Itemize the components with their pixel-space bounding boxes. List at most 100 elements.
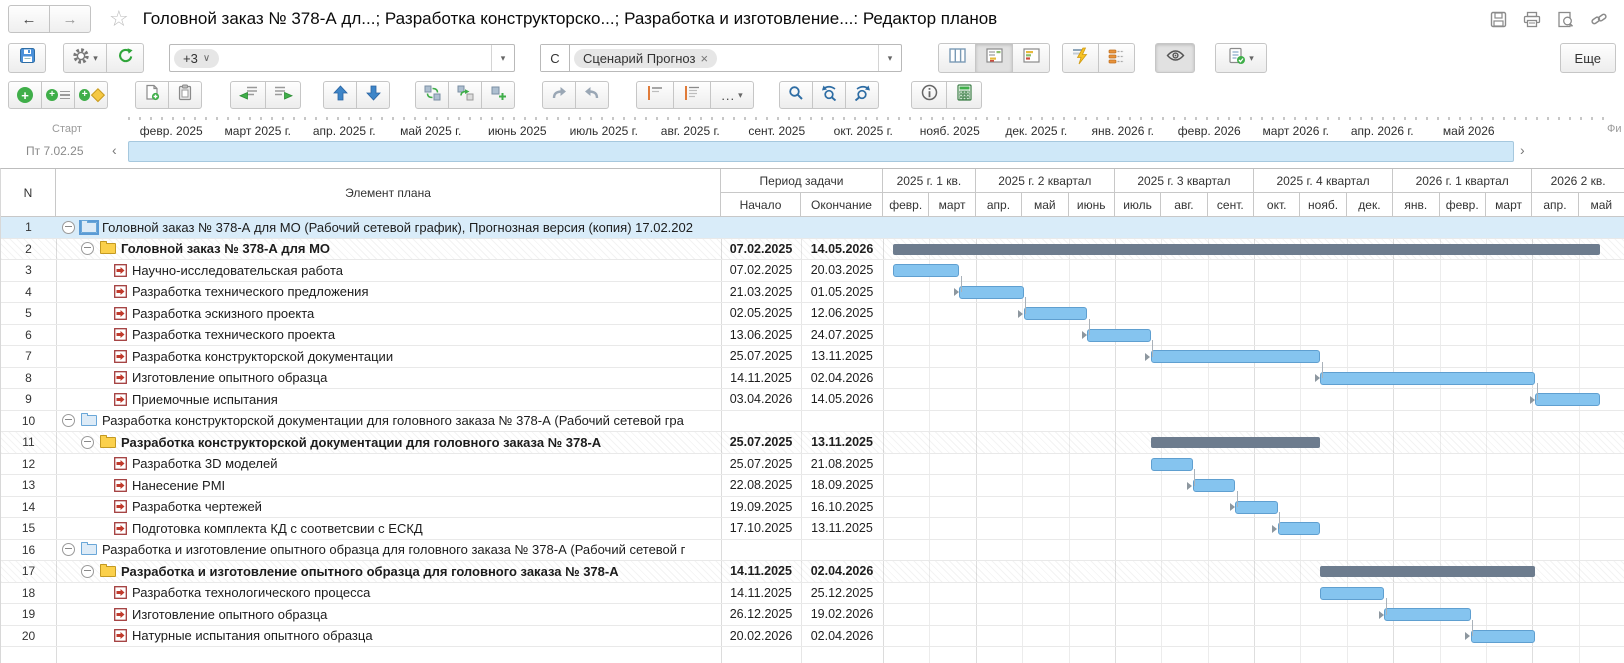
gantt-task-bar[interactable] [1151,350,1321,363]
scenario-combobox[interactable]: С Сценарий Прогноз× ▾ [540,44,902,72]
gantt-task-bar[interactable] [1235,501,1277,514]
gantt-task-bar[interactable] [893,264,959,277]
quarter-header-cell[interactable]: 2026 г. 1 квартал [1393,169,1532,193]
calculator-button[interactable] [946,81,982,109]
month-header-cell[interactable]: дек. [1347,193,1393,217]
link-add-button[interactable] [481,81,515,109]
column-header-end[interactable]: Окончание [801,193,883,217]
move-up-button[interactable] [323,81,357,109]
indent-button[interactable] [265,81,301,109]
view-columns-button[interactable] [938,43,976,73]
month-header-cell[interactable]: февр. [1440,193,1486,217]
zoom-prev-button[interactable] [812,81,846,109]
set-start-marker-button[interactable] [636,81,674,109]
plans-tag[interactable]: +3∨ [174,49,219,68]
gantt-task-bar[interactable] [1320,587,1384,600]
month-header-cell[interactable]: май [1022,193,1068,217]
forward-button[interactable]: → [49,5,91,33]
add-task-button[interactable]: + [41,81,75,109]
month-header-cell[interactable]: нояб. [1300,193,1346,217]
set-level-marker-button[interactable] [673,81,711,109]
outdent-button[interactable] [230,81,266,109]
column-header-n[interactable]: N [1,169,56,217]
save-icon[interactable] [1490,11,1507,28]
gantt-task-bar[interactable] [1471,630,1535,643]
timeline-next-arrow[interactable]: › [1520,142,1525,158]
link-arrow-icon [1082,331,1087,339]
month-header-cell[interactable]: сент. [1208,193,1254,217]
add-button[interactable]: + [8,81,42,109]
column-header-start[interactable]: Начало [721,193,801,217]
gantt-task-bar[interactable] [1087,329,1151,342]
month-header-cell[interactable]: авг. [1161,193,1207,217]
gantt-task-bar[interactable] [1535,393,1599,406]
move-down-button[interactable] [356,81,390,109]
close-icon[interactable]: × [700,51,708,66]
quarter-header-cell[interactable]: 2025 г. 2 квартал [976,169,1115,193]
gantt-summary-bar[interactable] [1151,437,1321,448]
preview-icon[interactable] [1557,11,1574,28]
month-header-cell[interactable]: окт. [1254,193,1300,217]
critical-path-button[interactable] [1062,43,1099,73]
save-button[interactable] [8,43,46,73]
gantt-task-bar[interactable] [1320,372,1535,385]
plans-combo-arrow[interactable]: ▾ [491,45,514,71]
quarter-header-cell[interactable]: 2025 г. 4 квартал [1254,169,1393,193]
month-header-cell[interactable]: апр. [1532,193,1578,217]
paste-button[interactable] [168,81,202,109]
more-button[interactable]: Еще [1560,43,1616,73]
add-milestone-button[interactable]: + [74,81,108,109]
zoom-next-button[interactable] [845,81,879,109]
levels-list-button[interactable] [1098,43,1135,73]
month-header-cell[interactable]: янв. [1393,193,1439,217]
more-markers-button[interactable]: ... ▾ [710,81,754,109]
scenario-combo-arrow[interactable]: ▾ [878,45,901,71]
month-header-cell[interactable]: февр. [883,193,929,217]
gantt-task-bar[interactable] [1278,522,1321,535]
link-swap-button[interactable] [415,81,449,109]
month-header-cell[interactable]: март [929,193,975,217]
gantt-task-bar[interactable] [1193,479,1236,492]
month-header-cell[interactable]: май [1579,193,1624,217]
copy-button[interactable] [135,81,169,109]
visibility-button[interactable] [1155,43,1195,73]
search-button[interactable] [779,81,813,109]
timeline-range-bar[interactable] [128,141,1514,162]
month-header-cell[interactable]: март [1486,193,1532,217]
refresh-button[interactable] [106,43,144,73]
month-header-cell[interactable]: апр. [976,193,1022,217]
month-header-cell[interactable]: июнь [1069,193,1115,217]
print-icon[interactable] [1523,11,1541,28]
link-icon[interactable] [1590,11,1608,28]
gantt-summary-bar[interactable] [893,244,1600,255]
redo-button[interactable] [575,81,609,109]
main-toolbar: ▾ +3∨ ▾ С Сценарий Прогноз× ▾ [0,40,1624,76]
undo-button[interactable] [542,81,576,109]
scenario-prefix-button[interactable]: С [541,45,570,71]
gantt-task-bar[interactable] [1024,307,1087,320]
back-button[interactable]: ← [8,5,50,33]
month-header-cell[interactable]: июль [1115,193,1161,217]
gantt-task-bar[interactable] [1384,608,1471,621]
ruler-ticks [128,117,1612,120]
scenario-tag[interactable]: Сценарий Прогноз× [574,49,717,68]
quarter-header-cell[interactable]: 2025 г. 3 квартал [1115,169,1254,193]
quarter-header-cell[interactable]: 2026 2 кв. [1532,169,1624,193]
settings-button[interactable]: ▾ [63,43,107,73]
view-gantt-button[interactable] [1012,43,1050,73]
view-table-gantt-button[interactable] [975,43,1013,73]
info-button[interactable] [911,81,947,109]
link-connector-line [1472,620,1473,637]
quarter-header-cell[interactable]: 2025 г. 1 кв. [883,169,976,193]
plans-combobox[interactable]: +3∨ ▾ [169,44,515,72]
gantt-summary-bar[interactable] [1320,566,1535,577]
link-create-button[interactable] [448,81,482,109]
column-header-element[interactable]: Элемент плана [56,169,721,217]
eye-icon [1166,49,1185,67]
column-header-period[interactable]: Период задачи [721,169,883,193]
favorite-star-icon[interactable]: ☆ [109,8,129,30]
gantt-task-bar[interactable] [1151,458,1193,471]
timeline-prev-arrow[interactable]: ‹ [112,142,117,158]
report-button[interactable]: ▾ [1215,43,1267,73]
gantt-task-bar[interactable] [959,286,1023,299]
